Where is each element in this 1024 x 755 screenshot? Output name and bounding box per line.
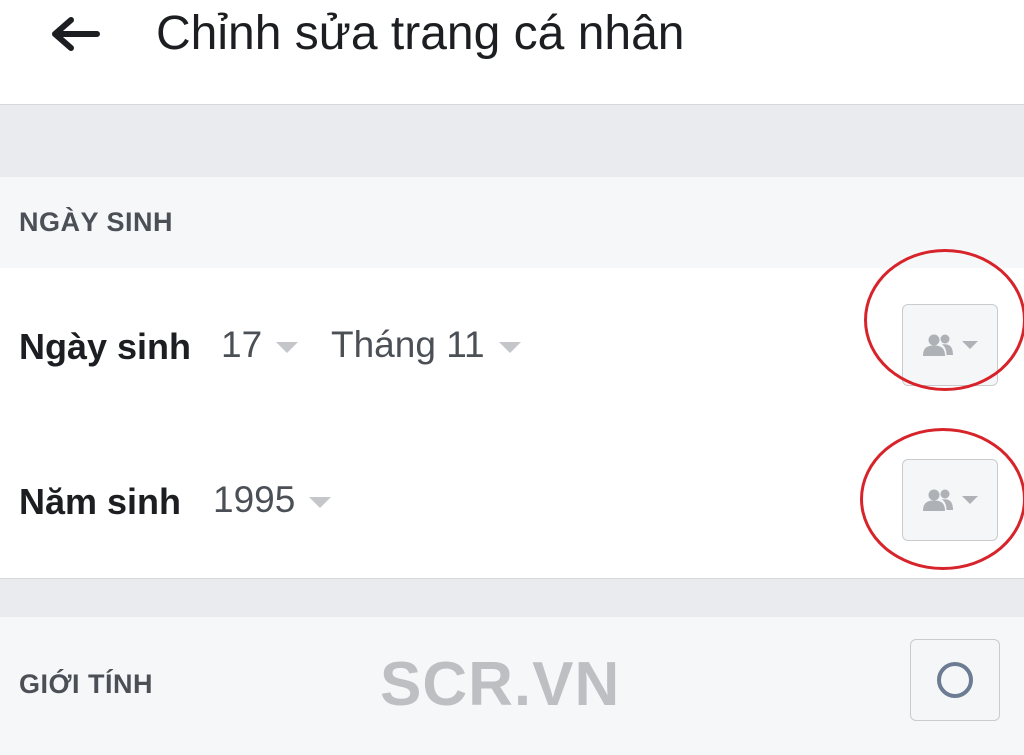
- gender-section-title: GIỚI TÍNH: [19, 669, 154, 699]
- dropdown-caret-icon: [962, 341, 978, 349]
- dropdown-caret-icon: [309, 496, 332, 508]
- watermark: SCR.VN: [380, 650, 621, 719]
- day-value: 17: [221, 324, 263, 365]
- friends-icon: [923, 489, 953, 511]
- back-button[interactable]: [40, 12, 112, 56]
- dropdown-caret-icon: [276, 341, 299, 353]
- month-value: Tháng 11: [331, 324, 485, 365]
- year-value: 1995: [213, 479, 296, 520]
- day-select[interactable]: 17: [221, 324, 299, 366]
- birth-date-label: Ngày sinh: [19, 326, 192, 367]
- birth-year-privacy-button[interactable]: [902, 459, 998, 541]
- dropdown-caret-icon: [498, 341, 521, 353]
- birth-year-row: Năm sinh 1995: [0, 423, 1024, 578]
- birthday-section-title: NGÀY SINH: [19, 207, 174, 237]
- year-select[interactable]: 1995: [213, 479, 332, 521]
- friends-icon: [923, 334, 953, 356]
- birth-date-row: Ngày sinh 17 Tháng 11: [0, 268, 1024, 423]
- month-select[interactable]: Tháng 11: [331, 324, 521, 366]
- section-divider: [0, 105, 1024, 177]
- page-title: Chỉnh sửa trang cá nhân: [156, 7, 685, 60]
- top-bar: Chỉnh sửa trang cá nhân: [0, 0, 1024, 105]
- gender-section-header: GIỚI TÍNH SCR.VN: [0, 617, 1024, 755]
- gender-radio-button[interactable]: [910, 639, 1000, 721]
- arrow-left-icon: [52, 17, 100, 51]
- birth-date-privacy-button[interactable]: [902, 304, 998, 386]
- radio-circle-icon: [937, 662, 973, 698]
- birthday-section-header: NGÀY SINH: [0, 177, 1024, 268]
- dropdown-caret-icon: [962, 496, 978, 504]
- section-divider: [0, 578, 1024, 617]
- birth-year-label: Năm sinh: [19, 481, 182, 522]
